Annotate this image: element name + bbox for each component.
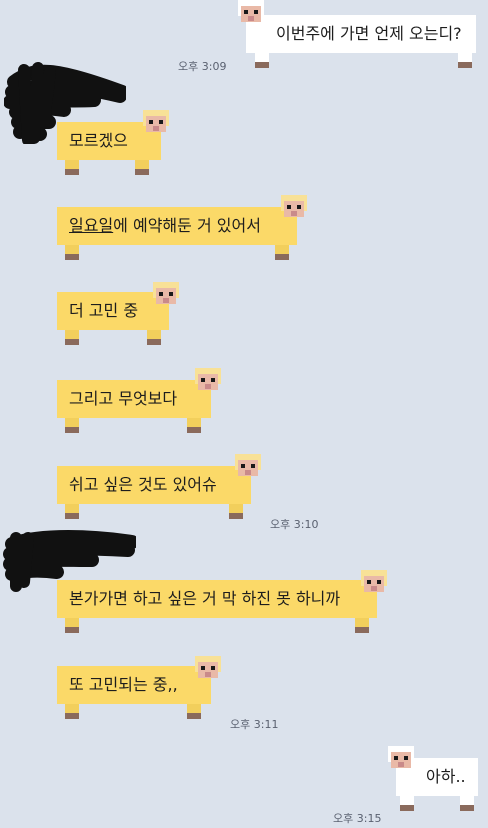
- message-bubble-incoming[interactable]: 더 고민 중: [57, 282, 179, 352]
- message-text: 그리고 무엇보다: [69, 389, 178, 408]
- sheep-head-icon: [361, 570, 387, 596]
- message-text: 일요일에 예약해둔 거 있어서: [69, 216, 261, 235]
- message-bubble-outgoing[interactable]: 아하..: [388, 746, 478, 818]
- sheep-head-icon: [153, 282, 179, 308]
- sheep-head-icon: [143, 110, 169, 136]
- message-text: 모르겠으: [69, 131, 128, 150]
- timestamp: 오후 3:10: [270, 518, 319, 531]
- message-bubble-incoming[interactable]: 일요일에 예약해둔 거 있어서: [57, 195, 307, 265]
- timestamp: 오후 3:15: [333, 812, 382, 825]
- message-bubble-incoming[interactable]: 모르겠으: [57, 110, 169, 180]
- sheep-head-icon: [388, 746, 414, 772]
- sheep-head-icon: [281, 195, 307, 221]
- message-text: 쉬고 싶은 것도 있어슈: [69, 475, 217, 494]
- sheep-head-icon: [235, 454, 261, 480]
- message-text: 본가가면 하고 싶은 거 막 하진 못 하니까: [69, 589, 341, 608]
- message-bubble-outgoing[interactable]: 이번주에 가면 언제 오는디?: [238, 0, 476, 68]
- message-text: 더 고민 중: [69, 301, 139, 320]
- message-bubble-incoming[interactable]: 쉬고 싶은 것도 있어슈: [57, 454, 261, 526]
- message-text: 이번주에 가면 언제 오는디?: [276, 24, 462, 43]
- chat-area: 이번주에 가면 언제 오는디? 오후 3:09 모르겠으 일요일에 예약해둔 거…: [0, 0, 488, 828]
- sheep-head-icon: [238, 0, 264, 26]
- message-bubble-incoming[interactable]: 그리고 무엇보다: [57, 368, 221, 440]
- message-text: 아하..: [426, 767, 466, 786]
- sheep-head-icon: [195, 368, 221, 394]
- message-bubble-incoming[interactable]: 또 고민되는 중,,: [57, 656, 221, 728]
- underlined-text: 일요일: [69, 216, 114, 235]
- timestamp: 오후 3:11: [230, 718, 279, 731]
- timestamp: 오후 3:09: [178, 60, 227, 73]
- message-text: 또 고민되는 중,,: [69, 675, 178, 694]
- message-bubble-incoming[interactable]: 본가가면 하고 싶은 거 막 하진 못 하니까: [57, 570, 387, 642]
- sheep-head-icon: [195, 656, 221, 682]
